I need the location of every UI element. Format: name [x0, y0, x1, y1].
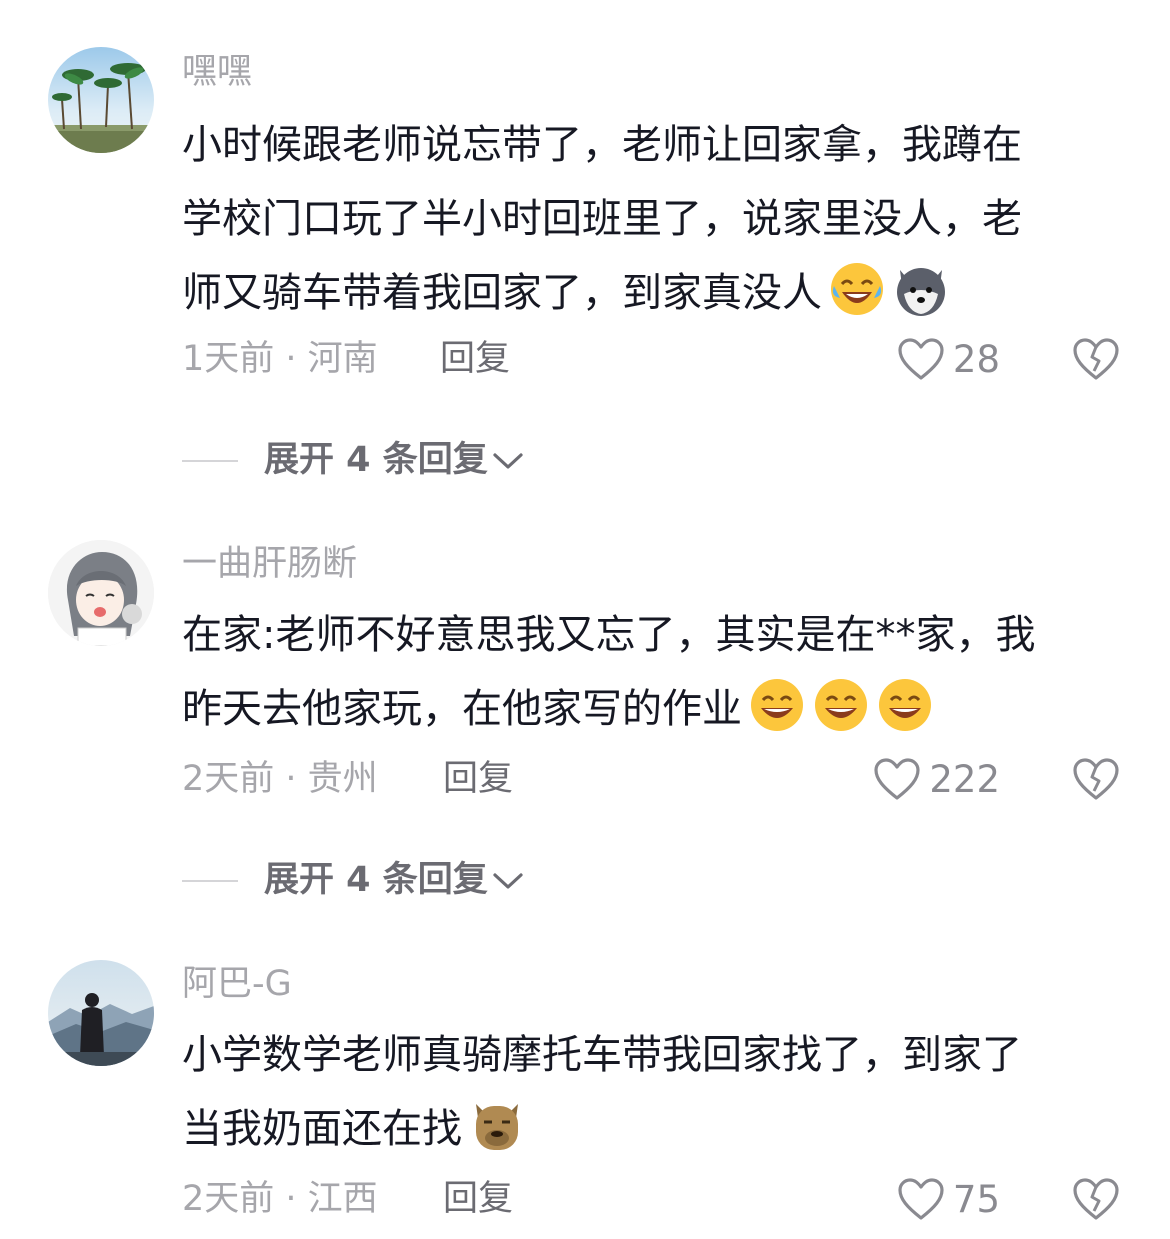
username[interactable]: 阿巴-G	[182, 967, 292, 1002]
like-count: 75	[952, 1177, 1000, 1221]
heart-icon	[898, 1178, 944, 1220]
comment-text: 小学数学老师真骑摩托车带我回家找了，到家了 当我奶面还在找	[182, 1018, 1132, 1166]
comment-text-body: 小学数学老师真骑摩托车带我回家找了，到家了 当我奶面还在找	[182, 1032, 1022, 1152]
dislike-button[interactable]	[1072, 1177, 1120, 1221]
capybara-emoji-icon	[468, 1096, 526, 1154]
person-mountain-photo-icon	[48, 960, 154, 1066]
comment-item: 阿巴-G 小学数学老师真骑摩托车带我回家找了，到家了 当我奶面还在找 2天前 ·…	[0, 0, 1170, 1239]
broken-heart-icon	[1073, 1178, 1119, 1220]
like-button[interactable]: 75	[897, 1177, 1000, 1221]
reply-button[interactable]: 回复	[443, 1182, 513, 1217]
avatar[interactable]	[48, 960, 154, 1066]
time-location: 2天前 · 江西	[182, 1179, 378, 1219]
